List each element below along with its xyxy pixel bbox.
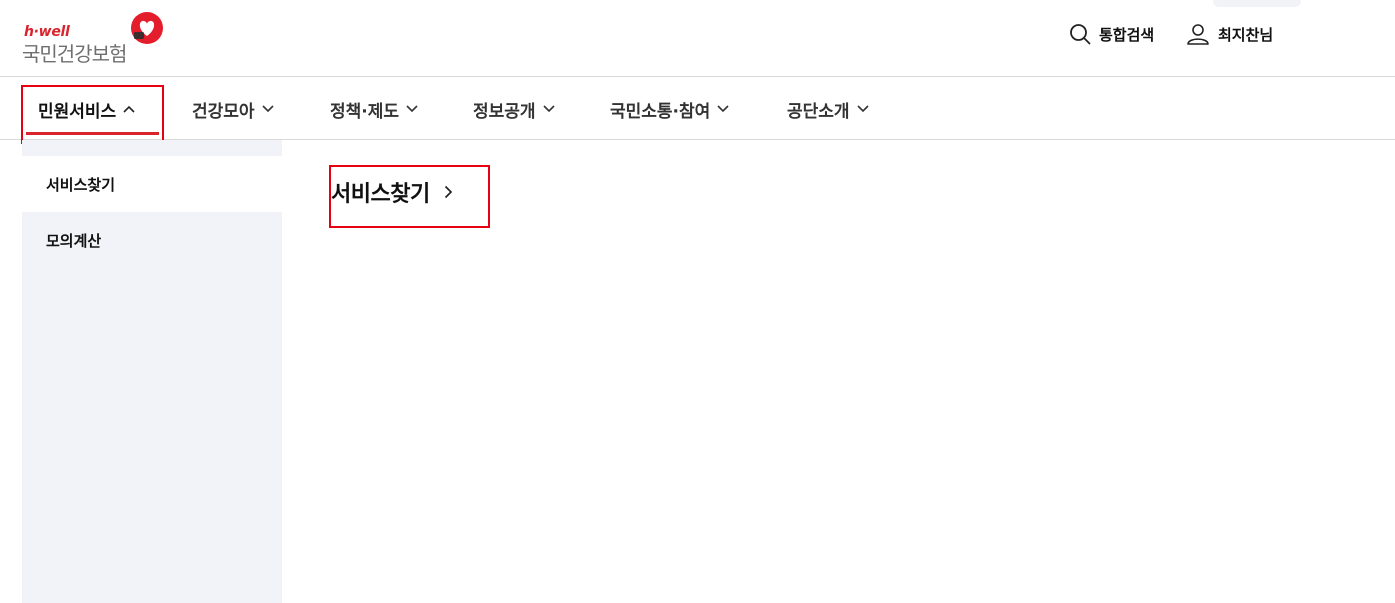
chevron-right-icon [444, 185, 452, 199]
gnb-item-information-disclosure[interactable]: 정보공개 [473, 78, 555, 140]
site-header: h·well 국민건강보험 통합검색 최지찬님 [0, 0, 1395, 77]
page-title[interactable]: 서비스찾기 [331, 172, 453, 212]
chevron-up-icon [123, 105, 135, 113]
sidebar: 서비스찾기 모의계산 [22, 140, 282, 603]
user-menu-button[interactable]: 최지찬님 [1186, 22, 1273, 46]
chevron-down-icon [856, 105, 869, 113]
sidebar-item-find-service[interactable]: 서비스찾기 [22, 156, 282, 212]
gnb-item-label: 정보공개 [473, 101, 536, 122]
heart-logo-icon [131, 12, 163, 44]
logo-name: 국민건강보험 [22, 42, 127, 66]
gnb-item-health-moa[interactable]: 건강모아 [192, 78, 274, 140]
sidebar-item-label: 모의계산 [46, 231, 102, 250]
logo[interactable]: h·well 국민건강보험 [22, 12, 167, 66]
sidebar-item-mock-calculation[interactable]: 모의계산 [22, 212, 282, 268]
gnb-item-label: 국민소통·참여 [610, 101, 711, 122]
gnb-item-about[interactable]: 공단소개 [787, 78, 869, 140]
gnb-item-policy[interactable]: 정책·제도 [330, 78, 418, 140]
search-label: 통합검색 [1099, 25, 1155, 44]
integrated-search-button[interactable]: 통합검색 [1069, 22, 1154, 46]
user-name-label: 최지찬님 [1218, 25, 1274, 44]
gnb-item-label: 민원서비스 [38, 101, 117, 122]
active-menu-indicator [26, 132, 159, 135]
user-icon [1187, 24, 1209, 45]
search-icon [1070, 24, 1091, 45]
page-title-label: 서비스찾기 [331, 182, 430, 207]
chevron-down-icon [261, 105, 274, 113]
gnb-item-civil-service[interactable]: 민원서비스 [38, 78, 135, 140]
chevron-down-icon [542, 105, 555, 113]
chevron-down-icon [717, 105, 729, 113]
chevron-down-icon [406, 105, 418, 113]
sidebar-item-label: 서비스찾기 [46, 175, 116, 194]
gnb-item-communication[interactable]: 국민소통·참여 [610, 78, 729, 140]
gnb-item-label: 공단소개 [787, 101, 850, 122]
gnb-item-label: 정책·제도 [330, 101, 400, 122]
global-navigation: 민원서비스 건강모아 정책·제도 정보공개 국민소통·참여 공단소개 [0, 78, 1395, 140]
top-tab-decoration [1213, 0, 1301, 7]
gnb-item-label: 건강모아 [192, 101, 255, 122]
